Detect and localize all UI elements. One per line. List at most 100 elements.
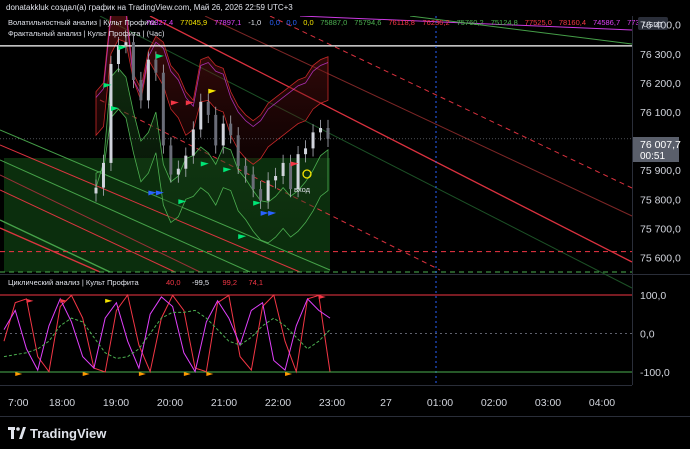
candle-body bbox=[236, 135, 240, 166]
candle-body bbox=[154, 59, 158, 73]
price-axis-tick: 76 100,0 bbox=[640, 107, 681, 119]
last-price-value: 76 007,7 bbox=[640, 139, 681, 151]
oscillator-value: 99,2 bbox=[223, 278, 238, 287]
candle-body bbox=[199, 101, 203, 130]
candle-body bbox=[206, 101, 210, 115]
oscillator-value: 74,1 bbox=[249, 278, 264, 287]
candle-body bbox=[124, 42, 128, 46]
indicator-1-title: Волатильностный анализ | Культ Профита bbox=[8, 18, 157, 27]
oscillator-flag-2 bbox=[105, 298, 113, 306]
indicator-1-value: 75124,8 bbox=[491, 18, 518, 27]
indicator-1-value: 78160,4 bbox=[559, 18, 586, 27]
candle-body bbox=[184, 155, 188, 169]
candle-body bbox=[251, 174, 255, 190]
candle-body bbox=[229, 123, 233, 136]
candle-body bbox=[244, 165, 248, 175]
indicator-1-value: 75760,2 bbox=[457, 18, 484, 27]
indicator-1-value: 77045,9 bbox=[180, 18, 207, 27]
price-axis-tick: 76 300,0 bbox=[640, 49, 681, 61]
oscillator-values: 40,0 -99,5 99,2 74,1 bbox=[166, 278, 263, 287]
price-axis-tick: 76 400,0 bbox=[640, 20, 681, 32]
candle-body bbox=[296, 154, 300, 190]
candle-body bbox=[161, 72, 165, 146]
time-axis-tick: 7:00 bbox=[8, 397, 29, 409]
indicator-1-value: 75887,0 bbox=[320, 18, 347, 27]
oscillator-axis-tick: 100,0 bbox=[640, 290, 666, 302]
time-axis-ticks: 7:00 18:00 19:00 20:00 21:00 22:00 23:00 27 01:0… bbox=[8, 397, 615, 409]
oscillator-axis-tick: -100,0 bbox=[640, 367, 670, 379]
candle-body bbox=[319, 128, 323, 133]
indicator-2-title: Фрактальный анализ | Культ Профита | (Ча… bbox=[8, 29, 165, 38]
indicator-1-value: 0,0 bbox=[303, 18, 313, 27]
oscillator-flag-5 bbox=[285, 372, 293, 379]
chart-header: donatakkluk создал(а) график на TradingV… bbox=[0, 0, 690, 16]
candle-body bbox=[191, 129, 195, 156]
indicator-1-value: 75794,6 bbox=[354, 18, 381, 27]
oscillator-axis-ticks: 100,0 0,0 -100,0 bbox=[640, 290, 670, 379]
indicator-1-values: 76327,4 77045,9 77897,1 -1,0 0,0 0,0 0,0 75887,… bbox=[146, 18, 654, 27]
candle-body bbox=[139, 80, 143, 101]
time-axis-tick: 19:00 bbox=[103, 397, 129, 409]
oscillator-flag-7 bbox=[82, 372, 90, 379]
chart[interactable]: вход Волатильностный анализ | Культ Проф… bbox=[0, 16, 690, 416]
time-axis-tick: 02:00 bbox=[481, 397, 507, 409]
time-axis-tick: 01:00 bbox=[427, 397, 453, 409]
time-axis-tick: 20:00 bbox=[157, 397, 183, 409]
footer: TradingView bbox=[0, 416, 690, 449]
candle-body bbox=[221, 123, 225, 146]
candle-body bbox=[311, 132, 315, 149]
indicator-1-value: 74586,7 bbox=[593, 18, 620, 27]
time-axis-tick: 27 bbox=[380, 397, 392, 409]
candle-body bbox=[146, 59, 150, 101]
tradingview-logo-icon bbox=[8, 427, 26, 439]
candle-body bbox=[259, 189, 263, 201]
indicator-1-value: 77525,0 bbox=[525, 18, 552, 27]
oscillator-magenta-line bbox=[3, 296, 331, 373]
time-axis-tick: 23:00 bbox=[319, 397, 345, 409]
oscillator-flag-1 bbox=[60, 298, 68, 306]
indicator-1-value: 0,0 bbox=[270, 18, 280, 27]
indicator-1-value: 76236,2 bbox=[423, 18, 450, 27]
time-axis-tick: 22:00 bbox=[265, 397, 291, 409]
indicator-1-value: 0,0 bbox=[286, 18, 296, 27]
time-axis-tick: 04:00 bbox=[589, 397, 615, 409]
candle-body bbox=[109, 64, 113, 163]
oscillator-flag-6 bbox=[15, 372, 23, 379]
candle-body bbox=[131, 42, 135, 80]
candle-body bbox=[304, 148, 308, 155]
indicator-1-value: 77897,1 bbox=[214, 18, 241, 27]
oscillator-flag-3 bbox=[183, 372, 191, 379]
candle-body bbox=[169, 145, 173, 175]
price-axis-tick: 75 700,0 bbox=[640, 223, 681, 235]
candle-body bbox=[214, 114, 218, 146]
candle-body bbox=[281, 162, 285, 176]
attribution-text: donatakkluk создал(а) график на TradingV… bbox=[6, 3, 293, 12]
oscillator-flag-4 bbox=[206, 372, 214, 379]
price-axis-tick: 75 900,0 bbox=[640, 165, 681, 177]
indicator-1-value: -1,0 bbox=[248, 18, 261, 27]
oscillator-title: Циклический анализ | Культ Профита bbox=[8, 278, 139, 287]
indicator-1-value: 76327,4 bbox=[146, 18, 173, 27]
indicator-1-value: 76118,8 bbox=[388, 18, 415, 27]
oscillator-pane bbox=[0, 293, 632, 379]
candle-body bbox=[326, 128, 330, 139]
oscillator-flag-8 bbox=[138, 372, 146, 379]
time-axis-tick: 18:00 bbox=[49, 397, 75, 409]
candle-body bbox=[101, 162, 105, 188]
time-axis-tick: 21:00 bbox=[211, 397, 237, 409]
candle-body bbox=[274, 176, 278, 181]
footer-brand: TradingView bbox=[30, 426, 107, 441]
candle-body bbox=[266, 180, 270, 201]
entry-label: вход bbox=[294, 185, 311, 194]
oscillator-axis-tick: 0,0 bbox=[640, 329, 655, 341]
oscillator-value: 40,0 bbox=[166, 278, 181, 287]
time-axis-tick: 03:00 bbox=[535, 397, 561, 409]
candle-body bbox=[289, 162, 293, 190]
price-axis-tick: 75 800,0 bbox=[640, 194, 681, 206]
price-axis-tick: 76 200,0 bbox=[640, 78, 681, 90]
price-axis-tick: 75 600,0 bbox=[640, 252, 681, 264]
candle-body bbox=[176, 168, 180, 175]
oscillator-value: -99,5 bbox=[192, 278, 209, 287]
countdown-value: 00:51 bbox=[640, 151, 665, 162]
candle-body bbox=[94, 187, 98, 194]
